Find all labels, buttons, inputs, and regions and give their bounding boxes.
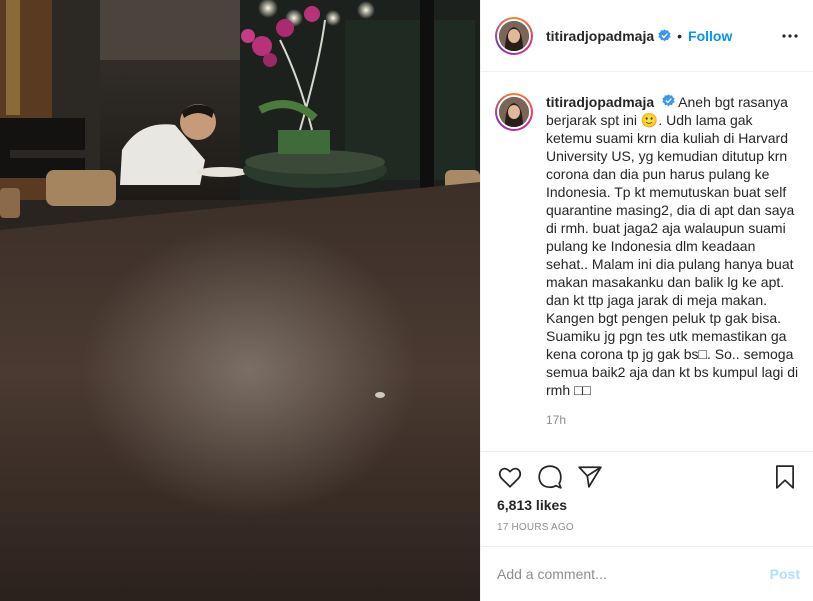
- bookmark-icon[interactable]: [772, 464, 798, 490]
- comment-box: Post: [481, 546, 813, 601]
- caption-content: Aneh bgt rasanya berjarak spt ini 🙂. Udh…: [546, 94, 799, 398]
- separator-dot: •: [677, 27, 683, 44]
- paper-plane-icon[interactable]: [577, 464, 603, 490]
- heart-icon[interactable]: [497, 464, 523, 490]
- verified-badge-icon: [662, 94, 675, 107]
- caption-section: titiradjopadmaja Aneh bgt rasanya berjar…: [481, 73, 813, 451]
- caption-text: titiradjopadmaja Aneh bgt rasanya berjar…: [546, 93, 800, 399]
- dining-table-photo: [0, 0, 480, 601]
- caption-username[interactable]: titiradjopadmaja: [546, 94, 654, 110]
- avatar[interactable]: [495, 16, 533, 55]
- follow-button[interactable]: Follow: [688, 28, 732, 44]
- post-details-panel: titiradjopadmaja • Follow titiradjopadma…: [480, 0, 813, 601]
- avatar-photo: [499, 20, 529, 51]
- comment-bubble-icon[interactable]: [537, 464, 563, 490]
- caption-body: titiradjopadmaja Aneh bgt rasanya berjar…: [546, 93, 800, 451]
- post-timestamp: 17 HOURS AGO: [497, 522, 574, 533]
- likes-count[interactable]: 6,813 likes: [497, 497, 567, 513]
- comment-input[interactable]: [497, 566, 770, 582]
- username-link[interactable]: titiradjopadmaja: [546, 28, 654, 44]
- caption-avatar[interactable]: [495, 93, 533, 131]
- post-comment-button[interactable]: Post: [770, 566, 800, 582]
- more-options-icon[interactable]: [780, 26, 800, 46]
- caption-timestamp[interactable]: 17h: [546, 411, 800, 429]
- action-bar: [481, 451, 813, 501]
- avatar-photo: [499, 97, 529, 127]
- verified-badge-icon: [658, 29, 671, 42]
- post-header: titiradjopadmaja • Follow: [481, 0, 813, 72]
- post-photo[interactable]: [0, 0, 480, 601]
